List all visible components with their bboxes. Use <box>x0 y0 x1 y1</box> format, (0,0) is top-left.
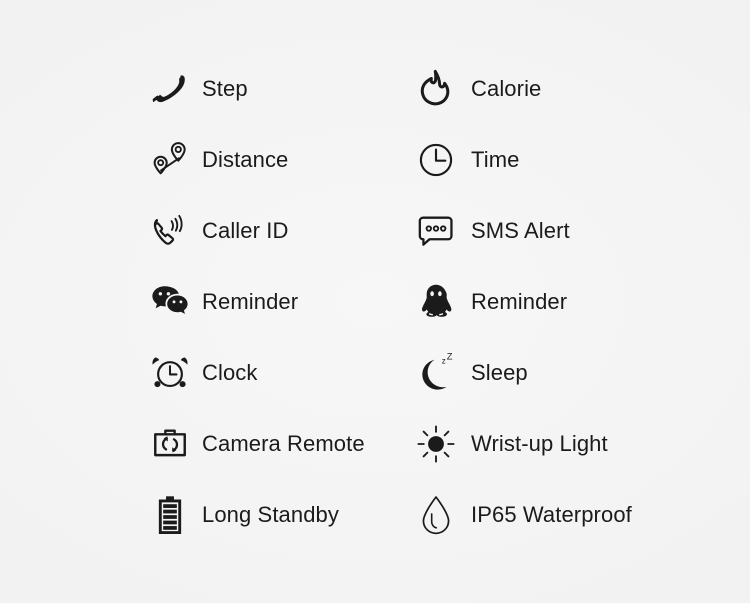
feature-label: Distance <box>202 146 289 172</box>
feature-item-sms-alert: SMS Alert <box>397 195 750 266</box>
feature-label: Sleep <box>471 359 528 385</box>
feature-item-wechat-reminder: Reminder <box>0 266 397 337</box>
sun-icon <box>409 417 463 471</box>
sms-bubble-icon <box>409 204 463 258</box>
svg-text:Z: Z <box>447 351 453 361</box>
feature-item-caller-id: Caller ID <box>0 195 397 266</box>
feature-label: Reminder <box>471 288 568 314</box>
shoe-icon <box>143 62 197 116</box>
feature-label: Clock <box>202 359 258 385</box>
feature-item-distance: Distance <box>0 124 397 195</box>
feature-item-camera-remote: Camera Remote <box>0 408 397 479</box>
phone-ringing-icon <box>143 204 197 258</box>
feature-item-clock: Clock <box>0 337 397 408</box>
feature-grid: Step Calorie Distance Time Caller ID SMS… <box>0 0 750 603</box>
feature-label: Caller ID <box>202 217 289 243</box>
map-pins-route-icon <box>143 133 197 187</box>
alarm-clock-icon <box>143 346 197 400</box>
camera-remote-icon <box>143 417 197 471</box>
feature-item-time: Time <box>397 124 750 195</box>
feature-label: Time <box>471 146 520 172</box>
feature-label: Step <box>202 75 248 101</box>
moon-sleep-icon: z Z <box>409 346 463 400</box>
feature-label: Camera Remote <box>202 430 365 456</box>
svg-text:z: z <box>442 356 446 365</box>
feature-item-sleep: z Z Sleep <box>397 337 750 408</box>
clock-icon <box>409 133 463 187</box>
wechat-icon <box>143 275 197 329</box>
feature-item-calorie: Calorie <box>397 53 750 124</box>
feature-label: Calorie <box>471 75 542 101</box>
qq-penguin-icon <box>409 275 463 329</box>
feature-label: SMS Alert <box>471 217 570 243</box>
feature-label: Long Standby <box>202 501 339 527</box>
feature-item-long-standby: Long Standby <box>0 479 397 550</box>
feature-item-step: Step <box>0 53 397 124</box>
water-drop-icon <box>409 488 463 542</box>
feature-label: Reminder <box>202 288 299 314</box>
feature-item-wrist-up-light: Wrist-up Light <box>397 408 750 479</box>
feature-item-ip65-waterproof: IP65 Waterproof <box>397 479 750 550</box>
feature-label: IP65 Waterproof <box>471 501 632 527</box>
flame-icon <box>409 62 463 116</box>
feature-label: Wrist-up Light <box>471 430 608 456</box>
battery-icon <box>143 488 197 542</box>
feature-item-qq-reminder: Reminder <box>397 266 750 337</box>
